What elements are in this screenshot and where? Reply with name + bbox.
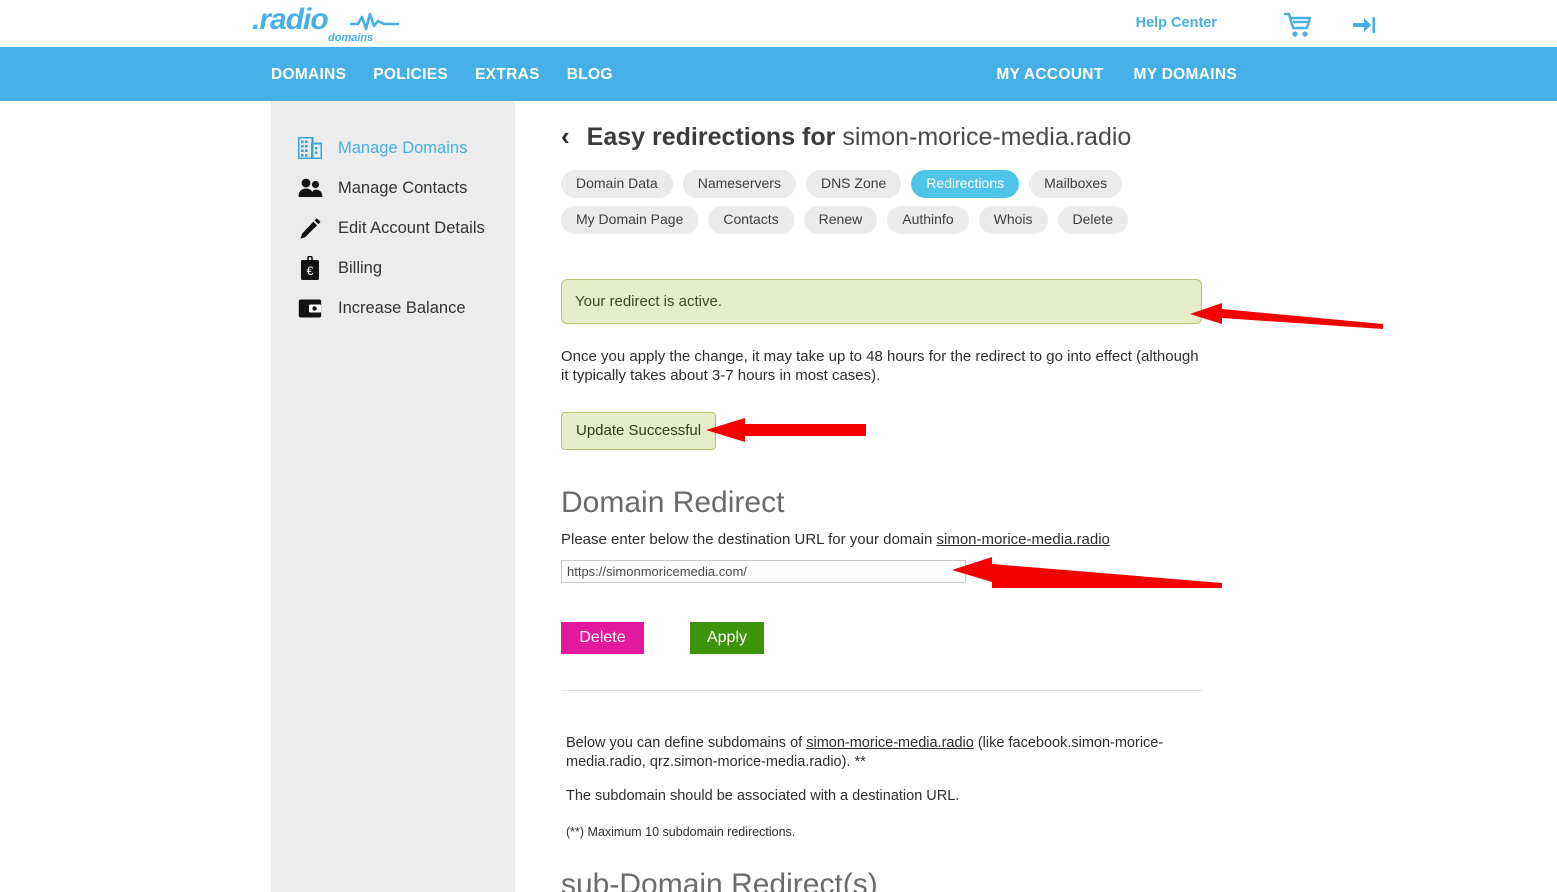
subdomain-domain-link[interactable]: simon-morice-media.radio — [806, 735, 974, 751]
page-title-prefix: Easy redirections for — [586, 123, 843, 151]
nav-item-extras[interactable]: EXTRAS — [475, 66, 540, 84]
euro-tag-icon: € — [297, 255, 323, 281]
svg-text:€: € — [307, 264, 314, 278]
subdomain-info-paragraph: Below you can define subdomains of simon… — [566, 734, 1191, 772]
nav-item-my-domains[interactable]: MY DOMAINS — [1134, 66, 1237, 84]
wallet-icon — [297, 295, 323, 321]
sidebar-item-label: Edit Account Details — [338, 218, 485, 237]
alert-message: Your redirect is active. — [575, 293, 723, 310]
destination-url-label: Please enter below the destination URL f… — [561, 531, 1557, 548]
site-logo[interactable]: .radio domains — [252, 2, 402, 47]
tab-redirections[interactable]: Redirections — [911, 170, 1020, 198]
sidebar: Manage Domains Manage Contacts Edit Acco… — [271, 101, 515, 892]
delete-button[interactable]: Delete — [561, 622, 644, 654]
nav-item-domains[interactable]: DOMAINS — [271, 66, 346, 84]
destination-url-input[interactable] — [561, 560, 966, 583]
page-header: ‹ Easy redirections for simon-morice-med… — [515, 101, 1557, 152]
redirect-note: Once you apply the change, it may take u… — [561, 348, 1199, 384]
top-header: .radio domains Help Center — [0, 0, 1557, 49]
sidebar-item-increase-balance[interactable]: Increase Balance — [271, 288, 515, 328]
pencil-icon — [297, 215, 323, 241]
section-divider — [561, 690, 1202, 691]
section-title-domain-redirect: Domain Redirect — [561, 486, 785, 519]
subdomain-association-note: The subdomain should be associated with … — [566, 788, 960, 804]
main-content: ‹ Easy redirections for simon-morice-med… — [515, 101, 1557, 892]
tab-mailboxes[interactable]: Mailboxes — [1029, 170, 1123, 198]
tab-strip: Domain Data Nameservers DNS Zone Redirec… — [515, 170, 1195, 234]
nav-right-group: MY ACCOUNT MY DOMAINS — [996, 49, 1237, 101]
sidebar-item-edit-account-details[interactable]: Edit Account Details — [271, 208, 515, 248]
nav-item-policies[interactable]: POLICIES — [373, 66, 448, 84]
action-button-row: Delete Apply — [561, 622, 1557, 654]
sidebar-item-label: Increase Balance — [338, 298, 466, 317]
sidebar-item-label: Manage Domains — [338, 138, 468, 157]
page-title: Easy redirections for simon-morice-media… — [587, 123, 1132, 152]
nav-left-group: DOMAINS POLICIES EXTRAS BLOG — [271, 49, 613, 101]
shopping-cart-icon[interactable] — [1284, 12, 1312, 38]
nav-item-my-account[interactable]: MY ACCOUNT — [996, 66, 1103, 84]
domain-link[interactable]: simon-morice-media.radio — [937, 531, 1110, 548]
tab-renew[interactable]: Renew — [803, 206, 878, 234]
section-title-sub-domain-redirects: sub-Domain Redirect(s) — [561, 868, 878, 892]
building-icon — [297, 135, 323, 161]
login-icon[interactable] — [1351, 12, 1377, 38]
redirect-status-alert: Your redirect is active. — [561, 279, 1202, 324]
logo-text: .radio — [252, 3, 329, 36]
tab-contacts[interactable]: Contacts — [708, 206, 794, 234]
tab-domain-data[interactable]: Domain Data — [561, 170, 673, 198]
tab-whois[interactable]: Whois — [978, 206, 1048, 234]
help-center-link[interactable]: Help Center — [1136, 15, 1217, 31]
sidebar-item-manage-domains[interactable]: Manage Domains — [271, 128, 515, 168]
body-area: Manage Domains Manage Contacts Edit Acco… — [0, 101, 1557, 892]
sidebar-item-manage-contacts[interactable]: Manage Contacts — [271, 168, 515, 208]
waveform-icon — [350, 12, 400, 31]
sidebar-item-label: Billing — [338, 258, 383, 277]
subdomain-info-prefix: Below you can define subdomains of — [566, 735, 807, 751]
tab-delete[interactable]: Delete — [1057, 206, 1128, 234]
logo-subtext: domains — [328, 32, 374, 44]
apply-button[interactable]: Apply — [690, 622, 764, 654]
update-successful-button[interactable]: Update Successful — [561, 412, 717, 450]
nav-item-blog[interactable]: BLOG — [567, 66, 613, 84]
tab-authinfo[interactable]: Authinfo — [887, 206, 969, 234]
back-chevron-icon[interactable]: ‹ — [561, 123, 570, 149]
sidebar-item-billing[interactable]: € Billing — [271, 248, 515, 288]
sidebar-item-label: Manage Contacts — [338, 178, 468, 197]
page-title-domain: simon-morice-media.radio — [842, 123, 1132, 151]
people-icon — [297, 175, 323, 201]
tab-my-domain-page[interactable]: My Domain Page — [561, 206, 699, 234]
subdomain-maximum-note: (**) Maximum 10 subdomain redirections. — [566, 825, 796, 839]
destination-url-label-text: Please enter below the destination URL f… — [561, 531, 937, 548]
primary-navigation: DOMAINS POLICIES EXTRAS BLOG MY ACCOUNT … — [0, 49, 1557, 101]
tab-dns-zone[interactable]: DNS Zone — [805, 170, 902, 198]
tab-nameservers[interactable]: Nameservers — [682, 170, 796, 198]
